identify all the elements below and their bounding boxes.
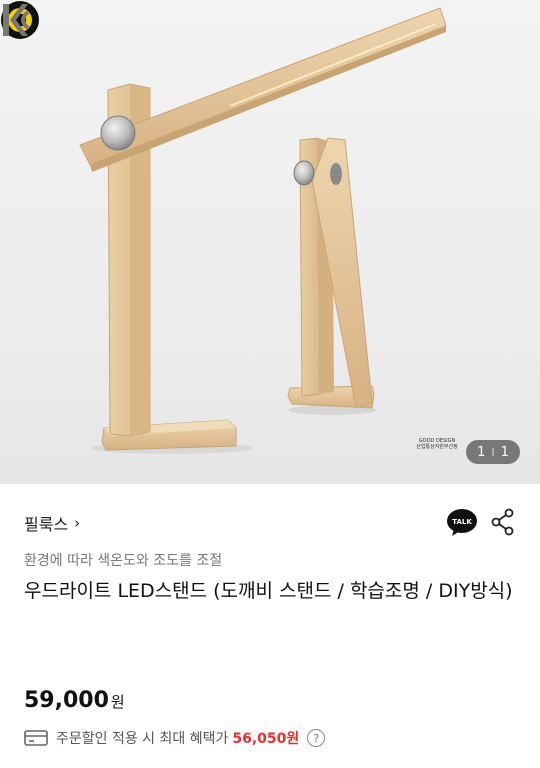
image-counter: 1 I 1: [466, 440, 520, 464]
product-image-gallery[interactable]: GOOD DESIGN 산업통상자원부선정 1 I 1: [0, 0, 540, 484]
product-price: 59,000: [24, 688, 109, 713]
max-benefit-row: 주문할인 적용 시 최대 혜택가 56,050원 ?: [24, 728, 326, 748]
good-design-label: GOOD DESIGN 산업통상자원부선정: [411, 438, 463, 450]
brand-link[interactable]: 필룩스 ›: [24, 508, 516, 538]
counter-current: 1: [477, 444, 486, 460]
product-title: 우드라이트 LED스탠드 (도깨비 스탠드 / 학습조명 / DIY방식): [24, 580, 513, 602]
help-icon[interactable]: ?: [307, 729, 326, 747]
svg-text:TALK: TALK: [452, 518, 472, 526]
benefit-label: 주문할인 적용 시 최대 혜택가: [56, 731, 229, 747]
good-design-subtext: 산업통상자원부선정: [416, 444, 458, 450]
benefit-amount: 56,050원: [232, 731, 300, 747]
chevron-right-icon: ›: [74, 514, 81, 532]
lamp-product-photo: [79, 7, 447, 454]
product-subtitle: 환경에 따라 색온도와 조도를 조절: [24, 553, 223, 569]
card-icon: [24, 730, 48, 746]
price-unit: 원: [110, 693, 125, 711]
brand-name[interactable]: 필룩스: [24, 511, 68, 535]
share-icon[interactable]: [491, 508, 515, 536]
counter-total: 1: [500, 444, 509, 460]
price-row: 59,000 원: [24, 688, 125, 713]
counter-separator: I: [491, 445, 495, 459]
kakao-talk-icon[interactable]: TALK: [446, 508, 478, 538]
kc-certification-icon: [3, 4, 30, 36]
